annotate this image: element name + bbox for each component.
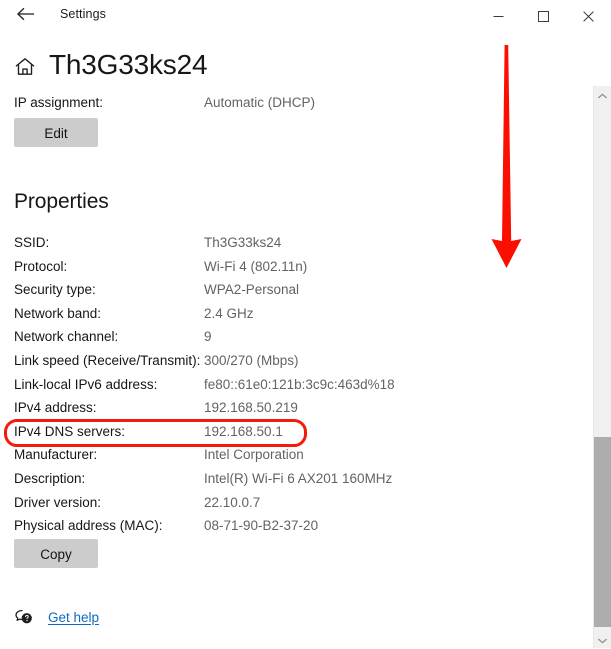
properties-heading: Properties — [14, 190, 109, 213]
property-label: Link-local IPv6 address: — [14, 376, 158, 392]
back-button[interactable] — [6, 2, 44, 30]
property-row: Network channel: 9 — [0, 329, 580, 353]
window-controls — [476, 0, 611, 32]
property-row: SSID: Th3G33ks24 — [0, 235, 580, 259]
property-label: SSID: — [14, 235, 50, 250]
scrollbar-thumb[interactable] — [594, 437, 611, 627]
scroll-down-button[interactable] — [594, 631, 611, 648]
property-row: Protocol: Wi-Fi 4 (802.11n) — [0, 259, 580, 283]
property-row: Link speed (Receive/Transmit): 300/270 (M… — [0, 353, 580, 377]
maximize-icon — [538, 10, 549, 22]
maximize-button[interactable] — [521, 0, 566, 32]
ip-assignment-value: Automatic (DHCP) — [204, 95, 316, 110]
chevron-down-icon — [598, 631, 607, 649]
property-value: WPA2-Personal — [204, 282, 300, 298]
property-row: IPv4 DNS servers: 192.168.50.1 — [0, 424, 580, 448]
property-label: Link speed (Receive/Transmit): — [14, 352, 201, 368]
chevron-up-icon — [598, 86, 607, 104]
property-label: Description: — [14, 470, 86, 486]
back-arrow-icon — [16, 7, 35, 26]
ip-assignment-label: IP assignment: — [14, 95, 104, 110]
close-icon — [583, 10, 594, 22]
property-value: fe80::61e0:121b:3c9c:463d%18 — [204, 376, 395, 392]
home-icon — [14, 52, 36, 78]
page-header: Th3G33ks24 — [14, 48, 208, 82]
page-title: Th3G33ks24 — [49, 49, 208, 80]
properties-table: SSID: Th3G33ks24 Protocol: Wi-Fi 4 (802.11n… — [0, 235, 580, 542]
property-label: Driver version: — [14, 494, 102, 510]
window-titlebar: Settings — [0, 0, 611, 32]
property-value: Wi-Fi 4 (802.11n) — [204, 258, 308, 274]
property-value: 08-71-90-B2-37-20 — [204, 518, 319, 534]
property-row: Link-local IPv6 address: fe80::61e0:121b:… — [0, 377, 580, 401]
copy-button[interactable]: Copy — [14, 539, 98, 568]
property-value: Intel Corporation — [204, 447, 304, 463]
property-row: Driver version: 22.10.0.7 — [0, 495, 580, 519]
help-bubble-icon — [14, 607, 34, 627]
property-label: Physical address (MAC): — [14, 518, 163, 534]
window-title: Settings — [60, 7, 106, 21]
property-label: Protocol: — [14, 258, 68, 274]
property-label: Network channel: — [14, 329, 119, 345]
property-label: Security type: — [14, 282, 96, 298]
property-value: Intel(R) Wi-Fi 6 AX201 160MHz — [204, 470, 393, 486]
vertical-scrollbar[interactable] — [593, 86, 611, 648]
property-row: Manufacturer: Intel Corporation — [0, 447, 580, 471]
property-row: Description: Intel(R) Wi-Fi 6 AX201 160MH… — [0, 471, 580, 495]
property-label: IPv4 address: — [14, 400, 97, 416]
get-help-label: Get help — [48, 609, 100, 625]
property-value: 9 — [204, 329, 212, 345]
property-value: Th3G33ks24 — [204, 235, 282, 250]
property-value: 192.168.50.219 — [204, 400, 298, 416]
edit-button[interactable]: Edit — [14, 118, 98, 147]
property-value: 192.168.50.1 — [204, 423, 283, 439]
close-button[interactable] — [566, 0, 611, 32]
property-value: 22.10.0.7 — [204, 494, 261, 510]
scroll-up-button[interactable] — [594, 86, 611, 103]
property-row: Security type: WPA2-Personal — [0, 282, 580, 306]
property-row: IPv4 address: 192.168.50.219 — [0, 400, 580, 424]
property-label: IPv4 DNS servers: — [14, 423, 126, 439]
property-row: Network band: 2.4 GHz — [0, 306, 580, 330]
minimize-icon — [493, 11, 504, 22]
property-label: Network band: — [14, 305, 102, 321]
property-value: 2.4 GHz — [204, 305, 254, 321]
property-value: 300/270 (Mbps) — [204, 352, 299, 368]
get-help-link[interactable]: Get help — [14, 607, 99, 627]
minimize-button[interactable] — [476, 0, 521, 32]
property-label: Manufacturer: — [14, 447, 98, 463]
